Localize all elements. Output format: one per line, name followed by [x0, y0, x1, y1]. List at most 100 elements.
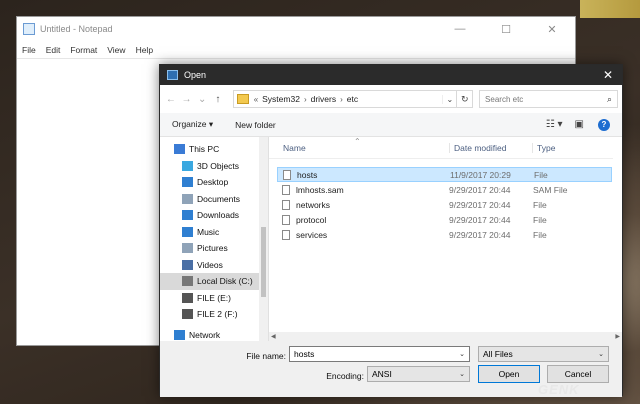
- navigation-scroll-thumb[interactable]: [261, 227, 266, 297]
- local-disk-icon: [182, 276, 193, 287]
- file-name: protocol: [296, 214, 327, 225]
- dialog-app-icon: [167, 70, 178, 80]
- forward-arrow-icon[interactable]: →: [180, 94, 194, 105]
- nav-item[interactable]: Desktop: [160, 174, 268, 191]
- scroll-right-icon[interactable]: ▶: [615, 333, 620, 340]
- navigation-scrollbar[interactable]: [259, 137, 268, 341]
- file-list: hosts 11/9/2017 20:29 File lmhosts.sam 9/29/…: [269, 159, 622, 242]
- menu-edit[interactable]: Edit: [46, 45, 61, 55]
- menu-help[interactable]: Help: [136, 45, 153, 55]
- file-name-value: hosts: [294, 349, 315, 359]
- encoding-select[interactable]: ANSI ⌄: [367, 366, 470, 382]
- search-input[interactable]: Search etc ⌕: [479, 90, 618, 108]
- menu-view[interactable]: View: [107, 45, 125, 55]
- address-dropdown-chevron-icon[interactable]: ⌄: [442, 94, 456, 104]
- search-icon: ⌕: [606, 93, 612, 104]
- file-type: File: [534, 169, 548, 180]
- nav-item[interactable]: 3D Objects: [160, 158, 268, 175]
- nav-item[interactable]: Music: [160, 224, 268, 241]
- nav-item-label: 3D Objects: [197, 160, 240, 171]
- nav-item[interactable]: Local Disk (C:): [160, 273, 268, 290]
- address-row: ← → ⌄ ↑ « System32 › drivers › etc ⌄ ↻ S…: [160, 85, 622, 113]
- breadcrumb-etc[interactable]: etc: [347, 94, 358, 104]
- file-name: networks: [296, 199, 331, 210]
- pictures-icon: [182, 243, 193, 254]
- dialog-titlebar[interactable]: Open ✕: [160, 65, 622, 85]
- network-icon: [174, 329, 185, 340]
- dialog-title: Open: [184, 70, 207, 80]
- nav-item[interactable]: Pictures: [160, 240, 268, 257]
- refresh-icon[interactable]: ↻: [457, 90, 474, 108]
- breadcrumb-system32[interactable]: System32: [262, 94, 300, 104]
- file-name-field[interactable]: hosts ⌄: [289, 346, 470, 362]
- breadcrumb-separator: ›: [303, 94, 307, 104]
- file-row[interactable]: lmhosts.sam 9/29/2017 20:44 SAM File: [277, 182, 612, 197]
- open-button[interactable]: Open: [478, 365, 540, 383]
- scroll-left-icon[interactable]: ◀: [271, 333, 276, 340]
- open-dialog: Open ✕ ← → ⌄ ↑ « System32 › drivers › et…: [159, 64, 623, 397]
- notepad-titlebar[interactable]: Untitled - Notepad — ☐ ✕: [17, 17, 575, 41]
- encoding-label: Encoding:: [326, 371, 364, 381]
- view-options-icon[interactable]: ☷ ▾: [546, 119, 563, 130]
- file-type-filter[interactable]: All Files ⌄: [478, 346, 609, 362]
- videos-icon: [182, 259, 193, 270]
- file-type: File: [533, 214, 547, 225]
- breadcrumb-overflow[interactable]: «: [254, 95, 258, 104]
- notepad-menubar: File Edit Format View Help: [17, 41, 575, 59]
- encoding-value: ANSI: [372, 369, 392, 379]
- nav-item[interactable]: This PC: [160, 141, 268, 158]
- breadcrumb-drivers[interactable]: drivers: [311, 94, 337, 104]
- address-bar[interactable]: « System32 › drivers › etc ⌄: [232, 90, 458, 108]
- file-name-cell: lmhosts.sam: [277, 184, 449, 195]
- file-row[interactable]: services 9/29/2017 20:44 File: [277, 227, 612, 242]
- file-icon: [282, 184, 290, 195]
- menu-format[interactable]: Format: [70, 45, 97, 55]
- file-type: File: [533, 199, 547, 210]
- nav-item[interactable]: Documents: [160, 191, 268, 208]
- file-icon: [283, 169, 291, 180]
- file-date: 9/29/2017 20:44: [449, 199, 511, 210]
- nav-item[interactable]: FILE 2 (F:): [160, 306, 268, 323]
- file-row[interactable]: networks 9/29/2017 20:44 File: [277, 197, 612, 212]
- preview-pane-icon[interactable]: ▣: [575, 119, 584, 130]
- nav-item[interactable]: FILE (E:): [160, 290, 268, 307]
- horizontal-scrollbar[interactable]: ◀ ▶: [269, 332, 622, 341]
- column-header-date[interactable]: Date modified: [449, 142, 532, 153]
- file-row[interactable]: protocol 9/29/2017 20:44 File: [277, 212, 612, 227]
- file-type-filter-value: All Files: [483, 349, 513, 359]
- file-type: File: [533, 229, 547, 240]
- nav-item-label: Pictures: [197, 243, 228, 254]
- nav-item[interactable]: Videos: [160, 257, 268, 274]
- chevron-down-icon: ⌄: [598, 351, 604, 358]
- close-button[interactable]: ✕: [529, 17, 575, 41]
- nav-item[interactable]: Downloads: [160, 207, 268, 224]
- dialog-close-button[interactable]: ✕: [594, 68, 622, 82]
- file-row[interactable]: hosts 11/9/2017 20:29 File: [277, 167, 612, 182]
- back-arrow-icon[interactable]: ←: [164, 94, 178, 105]
- file-date: 9/29/2017 20:44: [449, 214, 511, 225]
- minimize-button[interactable]: —: [437, 17, 483, 41]
- file-type: SAM File: [533, 184, 568, 195]
- navigation-pane: This PC 3D Objects Desktop Documents Downloa…: [160, 137, 269, 341]
- folder-icon: [236, 94, 249, 104]
- nav-item-label: Network: [189, 329, 221, 340]
- organize-button[interactable]: Organize ▾: [172, 119, 213, 130]
- chevron-down-icon: ⌄: [459, 371, 465, 378]
- file-list-vertical-scrollbar[interactable]: [613, 137, 622, 333]
- maximize-button[interactable]: ☐: [483, 17, 529, 41]
- nav-item-label: FILE (E:): [197, 292, 232, 303]
- column-header-type[interactable]: Type: [532, 142, 555, 153]
- help-icon[interactable]: ?: [598, 118, 610, 131]
- cancel-button[interactable]: Cancel: [547, 365, 609, 383]
- file-name-dropdown-icon[interactable]: ⌄: [455, 350, 469, 358]
- nav-item-label: Videos: [197, 259, 223, 270]
- up-arrow-icon[interactable]: ↑: [211, 94, 225, 105]
- nav-item-label: Music: [197, 226, 220, 237]
- file-name-cell: hosts: [278, 169, 450, 180]
- recent-locations-chevron-icon[interactable]: ⌄: [195, 94, 209, 105]
- file-name: services: [296, 229, 328, 240]
- new-folder-button[interactable]: New folder: [235, 120, 276, 130]
- file-icon: [282, 199, 290, 210]
- menu-file[interactable]: File: [22, 45, 36, 55]
- music-icon: [182, 226, 193, 237]
